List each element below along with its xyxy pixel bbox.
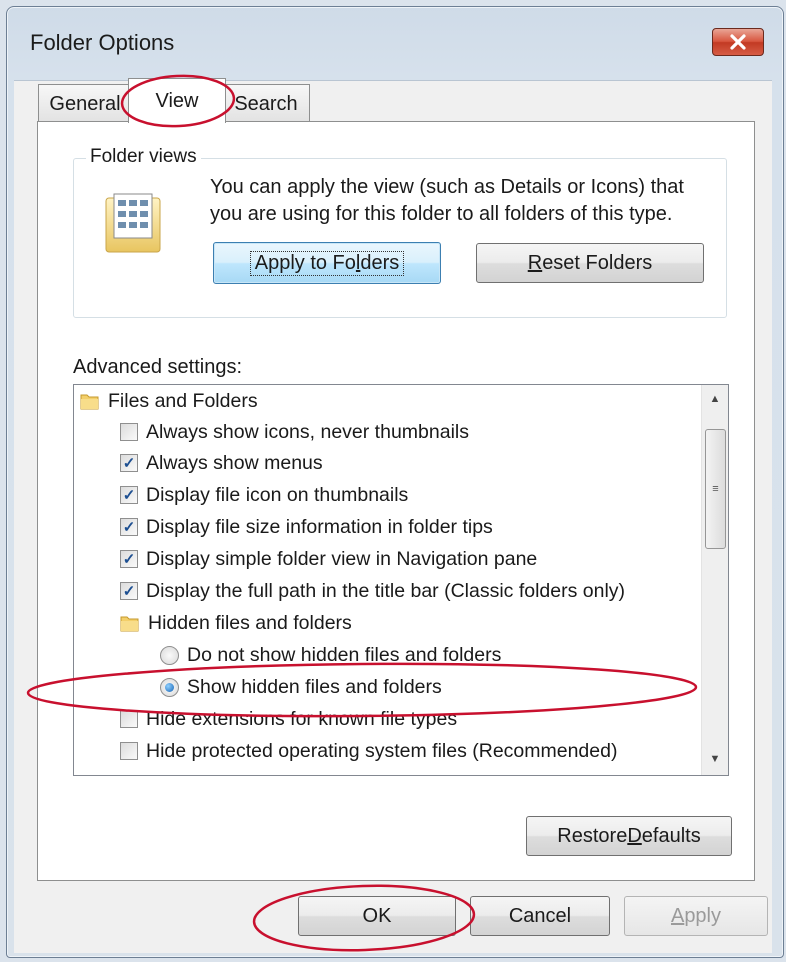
list-item-label: Files and Folders [108, 389, 258, 412]
apply-label-post: ders [360, 251, 400, 274]
cancel-button[interactable]: Cancel [470, 896, 610, 936]
view-tab-panel: Folder views You can apply the view (suc… [37, 121, 755, 881]
list-item-hidden-files-and-folders: Hidden files and folders [120, 607, 352, 639]
list-item-always-show-icons[interactable]: Always show icons, never thumbnails [120, 416, 469, 448]
checkbox-checked[interactable]: ✓ [120, 486, 138, 504]
ok-button[interactable]: OK [298, 896, 456, 936]
vertical-scrollbar[interactable]: ▲ ≡ ▼ [701, 385, 728, 775]
radio-selected[interactable] [160, 677, 179, 697]
reset-label-accel: R [527, 251, 543, 274]
list-item-files-and-folders: Files and Folders [80, 385, 258, 417]
checkbox-checked[interactable]: ✓ [120, 582, 138, 600]
checkbox-unchecked[interactable] [120, 742, 138, 760]
checkbox-checked[interactable]: ✓ [120, 454, 138, 472]
list-item-label: Display simple folder view in Navigation… [146, 547, 538, 570]
scroll-up-arrow-icon[interactable]: ▲ [702, 387, 728, 411]
scroll-thumb[interactable]: ≡ [705, 429, 726, 549]
checkbox-checked[interactable]: ✓ [120, 518, 138, 536]
scroll-down-arrow-icon[interactable]: ▼ [702, 747, 728, 771]
list-item-label: Hide protected operating system files (R… [146, 739, 618, 762]
apply-label-post: pply [684, 904, 722, 927]
list-item-label: Always show icons, never thumbnails [146, 420, 469, 443]
list-item-always-show-menus[interactable]: ✓ Always show menus [120, 447, 323, 479]
list-item-hide-extensions[interactable]: Hide extensions for known file types [120, 703, 457, 735]
list-item-label: Hidden files and folders [148, 611, 352, 634]
apply-button[interactable]: Apply [624, 896, 768, 936]
list-item-hide-protected-files[interactable]: Hide protected operating system files (R… [120, 735, 617, 767]
folder-views-description-line1: You can apply the view (such as Details … [210, 176, 684, 198]
tab-general[interactable]: General [38, 84, 132, 121]
close-icon [730, 34, 746, 50]
list-item-display-file-icon[interactable]: ✓ Display file icon on thumbnails [120, 479, 408, 511]
list-item-display-file-size[interactable]: ✓ Display file size information in folde… [120, 511, 493, 543]
reset-label-post: eset Folders [542, 251, 653, 274]
restore-label-post: efaults [641, 824, 701, 847]
close-button[interactable] [712, 28, 764, 56]
checkbox-checked[interactable]: ✓ [120, 550, 138, 568]
apply-to-folders-label: Apply to Folders [249, 250, 405, 276]
radio-unselected[interactable] [160, 645, 179, 665]
checkbox-unchecked[interactable] [120, 423, 138, 441]
reset-folders-button[interactable]: Reset Folders [476, 243, 704, 283]
advanced-settings-label: Advanced settings: [73, 356, 242, 378]
tab-view[interactable]: View [128, 78, 226, 123]
restore-defaults-button[interactable]: Restore Defaults [526, 816, 732, 856]
checkbox-unchecked[interactable] [120, 710, 138, 728]
apply-label-accel: A [670, 904, 685, 927]
list-item-show-hidden[interactable]: Show hidden files and folders [160, 671, 442, 703]
list-item-label: Display the full path in the title bar (… [146, 579, 626, 602]
folder-icon [120, 616, 139, 632]
restore-label-accel: D [627, 824, 642, 847]
folder-views-legend: Folder views [86, 146, 201, 168]
list-item-label: Do not show hidden files and folders [187, 643, 502, 666]
list-item-label: Display file icon on thumbnails [146, 483, 409, 506]
list-item-display-simple-folder-view[interactable]: ✓ Display simple folder view in Navigati… [120, 543, 537, 575]
folder-views-icon [105, 193, 161, 253]
advanced-settings-list[interactable]: Files and Folders Always show icons, nev… [73, 384, 729, 776]
window-title: Folder Options [30, 30, 175, 55]
list-item-label: Show hidden files and folders [187, 675, 442, 698]
list-item-label: Display file size information in folder … [146, 515, 493, 538]
tab-search[interactable]: Search [222, 84, 310, 121]
restore-label-pre: Restore [557, 824, 628, 847]
folder-views-description: You can apply the view (such as Details … [210, 174, 730, 228]
list-item-label: Hide extensions for known file types [146, 707, 458, 730]
apply-to-folders-button[interactable]: Apply to Folders [213, 242, 441, 284]
folder-icon [80, 394, 99, 410]
list-item-do-not-show-hidden[interactable]: Do not show hidden files and folders [160, 639, 501, 671]
list-item-display-full-path[interactable]: ✓ Display the full path in the title bar… [120, 575, 625, 607]
apply-label-pre: Apply to Fo [254, 251, 356, 274]
folder-views-description-line2: you are using for this folder to all fol… [210, 203, 673, 225]
list-item-label: Always show menus [146, 451, 323, 474]
radio-dot [165, 682, 174, 692]
